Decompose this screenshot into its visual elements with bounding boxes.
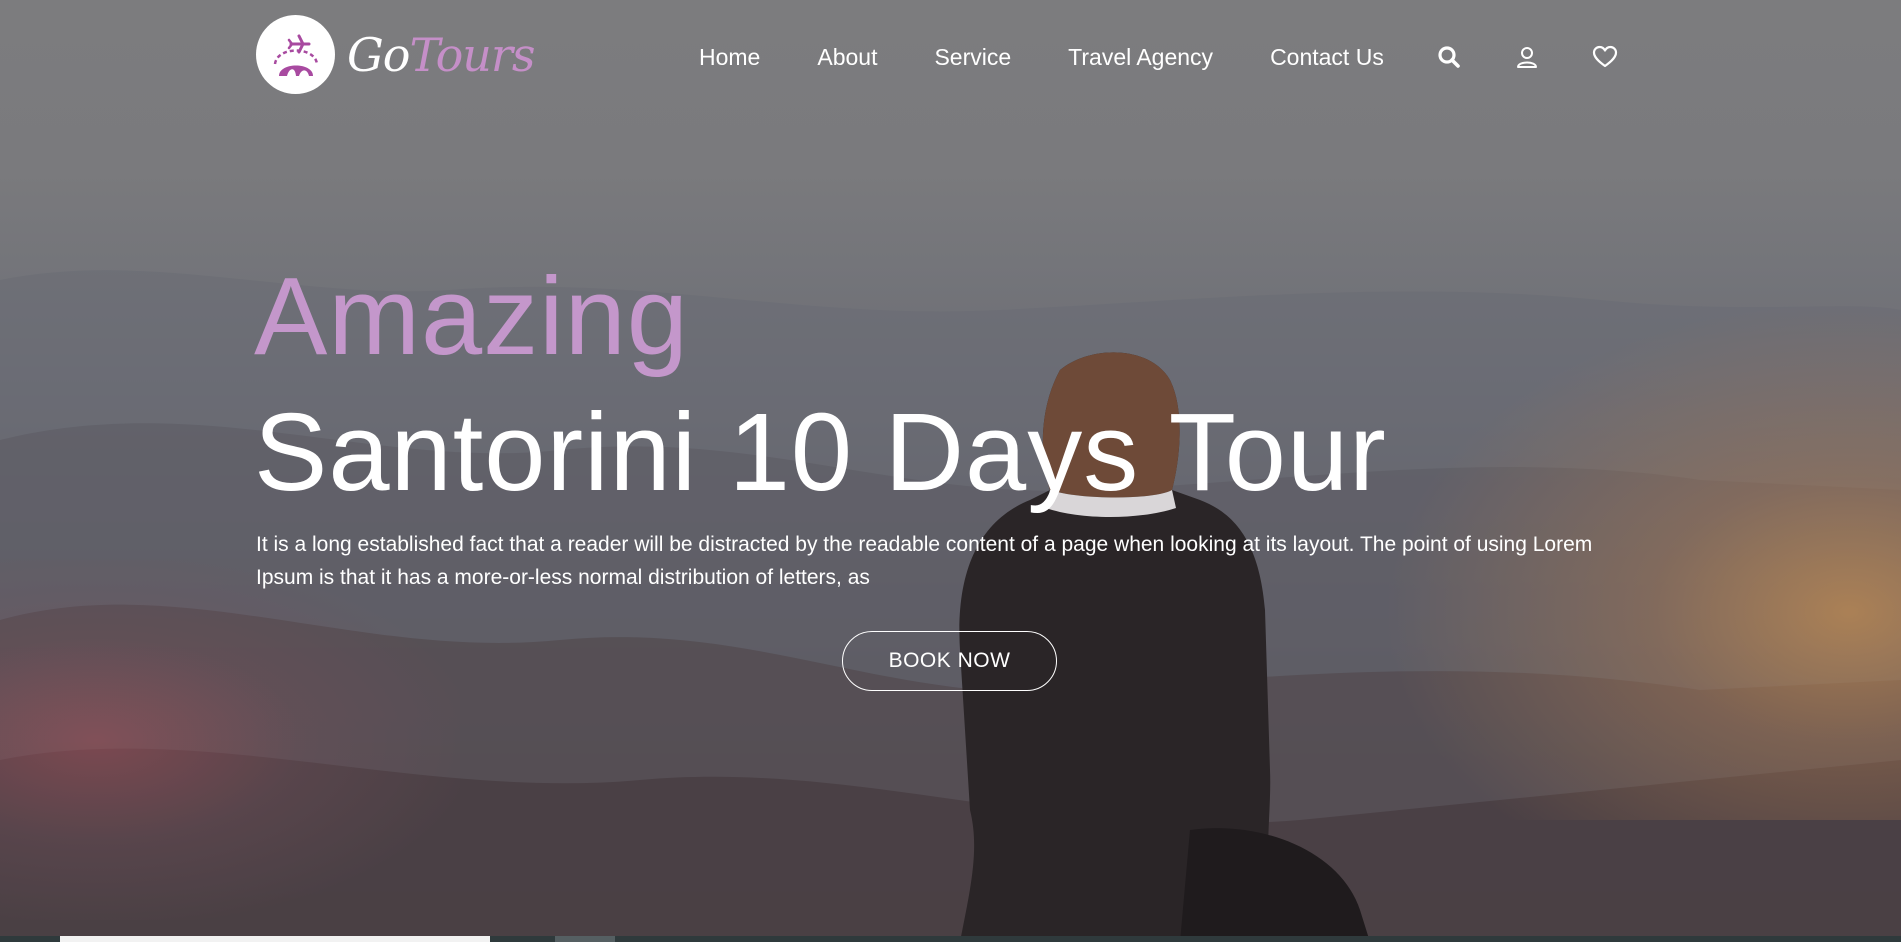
search-icon[interactable]: [1434, 42, 1464, 72]
red-haze: [0, 560, 460, 920]
nav-item-travel-agency[interactable]: Travel Agency: [1068, 41, 1213, 73]
nav-item-about[interactable]: About: [817, 41, 877, 73]
book-now-button[interactable]: BOOK NOW: [842, 631, 1057, 691]
user-icon[interactable]: [1512, 42, 1542, 72]
main-nav: Home About Service Travel Agency Contact…: [699, 41, 1384, 73]
bottom-progress-strip: [0, 936, 1901, 942]
header-icons: [1434, 42, 1620, 72]
heart-icon[interactable]: [1590, 42, 1620, 72]
nav-item-contact-us[interactable]: Contact Us: [1270, 41, 1384, 73]
progress-segment: [555, 936, 615, 942]
logo[interactable]: GoTours: [256, 15, 535, 94]
brand-name: GoTours: [347, 32, 535, 78]
globe-plane-icon: [256, 15, 335, 94]
nav-item-service[interactable]: Service: [934, 41, 1011, 73]
hero-kicker: Amazing: [254, 255, 689, 378]
nav-item-home[interactable]: Home: [699, 41, 760, 73]
hero-title: Santorini 10 Days Tour: [254, 391, 1387, 514]
brand-name-go: Go: [347, 27, 410, 82]
hero-description: It is a long established fact that a rea…: [256, 533, 1593, 589]
progress-segment-active: [60, 936, 490, 942]
brand-name-tours: Tours: [409, 27, 535, 82]
site-header: GoTours Home About Service Travel Agency…: [0, 0, 1901, 112]
